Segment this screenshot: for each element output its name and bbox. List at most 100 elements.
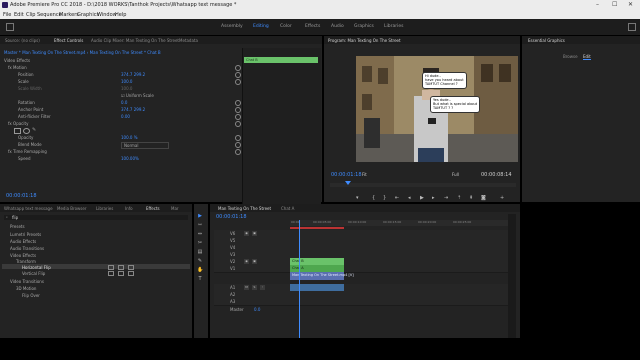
reset-icon[interactable] [235,121,241,127]
tab-sequence-chat-a[interactable]: Chat A [281,206,294,211]
reset-icon[interactable] [235,114,241,120]
quality-dropdown[interactable]: Full [452,172,459,177]
mute-icon[interactable]: M [244,285,249,290]
hand-tool-icon[interactable]: ✋ [197,267,203,273]
tab-effect-controls[interactable]: Effect Controls [54,38,83,43]
tab-source[interactable]: Source: (no clips) [5,38,40,43]
menu-sequence[interactable]: Sequence [37,12,62,18]
workspace-libraries[interactable]: Libraries [384,24,403,29]
reset-icon[interactable] [235,107,241,113]
add-marker-icon[interactable]: ▾ [356,195,359,201]
workspace-color[interactable]: Color [280,24,292,29]
effects-tree-video-transitions[interactable]: Video Transitions [10,279,44,284]
pen-mask-icon[interactable]: ✎ [32,127,36,133]
mark-in-icon[interactable]: { [372,195,375,201]
clip-path[interactable]: Master * Man Texting On The Street.mp4 ›… [4,50,161,55]
workspace-effects[interactable]: Effects [305,24,320,29]
pen-tool-icon[interactable]: ✎ [197,258,203,264]
tab-markers[interactable]: Mar [171,206,179,211]
ec-blend-mode-select[interactable]: Normal [121,142,169,149]
export-frame-icon[interactable]: ◙ [481,195,486,201]
lift-icon[interactable]: ⇡ [457,195,461,201]
effect-controls-clip-bar[interactable]: Chat B [244,57,318,63]
reset-icon[interactable] [235,65,241,71]
ellipse-mask-icon[interactable] [23,128,30,134]
ec-uniform-scale-checkbox[interactable]: ☑ Uniform Scale [121,93,154,98]
maximize-button[interactable]: ☐ [612,1,617,8]
ec-time-remapping[interactable]: fx Time Remapping [8,149,47,154]
menu-file[interactable]: File [3,12,11,18]
button-editor-icon[interactable]: + [500,195,504,201]
lock-icon[interactable]: ▣ [252,231,257,236]
tab-project[interactable]: Whatsapp text message [4,206,53,211]
timeline-playhead[interactable] [299,220,300,338]
minimize-button[interactable]: – [596,1,599,8]
reset-icon[interactable] [235,142,241,148]
menu-markers[interactable]: Markers [59,12,79,18]
timeline-timecode[interactable]: 00:00:01:18 [216,214,247,220]
effects-tree-flip-over[interactable]: Flip Over [22,293,40,298]
lock-icon[interactable]: ▣ [252,259,257,264]
reset-icon[interactable] [235,149,241,155]
effects-tree-presets[interactable]: Presets [10,224,25,229]
menu-edit[interactable]: Edit [14,12,24,18]
type-tool-icon[interactable]: T [197,276,203,282]
track-v1[interactable]: V1 [214,265,516,273]
tab-sequence-main[interactable]: Man Texting On The Street [218,206,271,211]
ec-position-value[interactable]: 374.7 299.2 [121,72,145,77]
effects-tree-vertical-flip[interactable]: Vertical Flip [22,271,45,276]
track-select-tool-icon[interactable]: ⇿ [197,222,203,228]
rect-mask-icon[interactable] [14,128,21,134]
ec-anchor-value[interactable]: 374.7 299.2 [121,107,145,112]
share-icon[interactable] [628,23,636,31]
essential-graphics-title[interactable]: Essential Graphics [528,38,565,43]
razor-tool-icon[interactable]: ✂ [197,240,203,246]
ripple-edit-tool-icon[interactable]: ⇔ [197,231,203,237]
fit-dropdown[interactable]: Fit [362,172,367,177]
ec-speed-value[interactable]: 100.00% [121,156,139,161]
tab-libraries[interactable]: Libraries [96,206,113,211]
toggle-output-icon[interactable]: ◉ [244,231,249,236]
menu-graphics[interactable]: Graphics [77,12,99,18]
menu-help[interactable]: Help [115,12,126,18]
menu-clip[interactable]: Clip [26,12,35,18]
toggle-output-icon[interactable]: ◉ [244,259,249,264]
program-monitor-title[interactable]: Program: Man Texting On The Street [328,38,401,43]
voiceover-icon[interactable]: ◦ [260,285,265,290]
effects-tree-audio-effects[interactable]: Audio Effects [10,239,36,244]
program-time-ruler[interactable] [330,183,516,187]
ec-motion[interactable]: fx Motion [8,65,27,70]
reset-icon[interactable] [235,135,241,141]
playhead-marker-icon[interactable] [345,181,351,185]
effects-tree-video-effects[interactable]: Video Effects [10,253,36,258]
menu-window[interactable]: Window [97,12,117,18]
go-to-in-icon[interactable]: ⇤ [395,195,399,201]
step-forward-icon[interactable]: ▸ [432,195,435,201]
workspace-editing[interactable]: Editing [253,24,269,29]
effects-tree-audio-transitions[interactable]: Audio Transitions [10,246,44,251]
ec-opacity-group[interactable]: fx Opacity [8,121,28,126]
mark-out-icon[interactable]: } [383,195,386,201]
workspace-assembly[interactable]: Assembly [221,24,243,29]
effects-tree-3d-motion[interactable]: 3D Motion [16,286,36,291]
effects-tree-horizontal-flip[interactable]: Horizontal Flip [22,265,51,270]
workspace-graphics[interactable]: Graphics [354,24,374,29]
home-icon[interactable] [6,23,14,31]
effects-search-input[interactable]: ⌕ flip [4,215,188,220]
tab-media-browser[interactable]: Media Browser [57,206,87,211]
ec-opacity-value[interactable]: 100.0 % [121,135,138,140]
reset-icon[interactable] [235,72,241,78]
go-to-out-icon[interactable]: ⇥ [444,195,448,201]
workspace-audio[interactable]: Audio [331,24,344,29]
track-a3[interactable]: A3 [214,298,516,306]
ec-rotation-value[interactable]: 0.0 [121,100,127,105]
extract-icon[interactable]: ⇞ [469,195,473,201]
master-volume-value[interactable]: 0.0 [254,307,260,312]
ec-antiflicker-value[interactable]: 0.00 [121,114,130,119]
reset-icon[interactable] [235,100,241,106]
tab-metadata[interactable]: Metadata [179,38,198,43]
effects-tree-transform[interactable]: Transform [16,259,36,264]
solo-icon[interactable]: S [252,285,257,290]
tab-effects[interactable]: Effects [146,206,160,211]
reset-icon[interactable] [235,79,241,85]
